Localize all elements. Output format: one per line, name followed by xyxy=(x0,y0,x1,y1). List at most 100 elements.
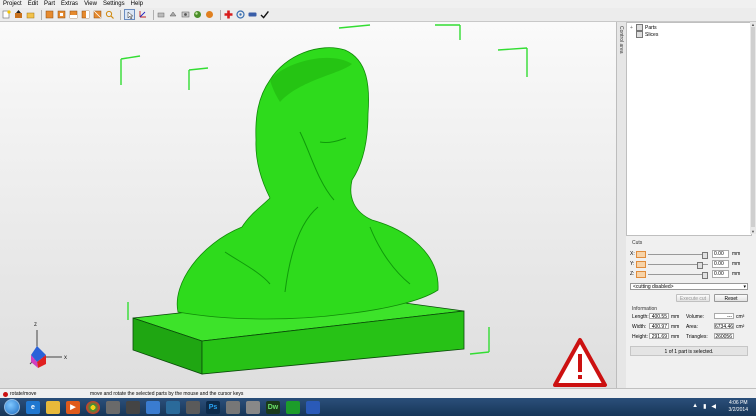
app-icon[interactable] xyxy=(166,400,180,414)
slice-preview-icon[interactable] xyxy=(248,10,257,19)
cut-y-value[interactable]: 0.00 xyxy=(712,260,729,268)
scale-icon[interactable] xyxy=(157,10,166,19)
app-icon[interactable] xyxy=(226,400,240,414)
cut-x-slider[interactable] xyxy=(648,251,708,259)
app-icon[interactable] xyxy=(306,400,320,414)
import-part-icon[interactable] xyxy=(14,10,23,19)
menu-settings[interactable]: Settings xyxy=(103,0,125,8)
slices-icon xyxy=(636,31,643,38)
new-project-icon[interactable] xyxy=(2,10,11,19)
volume-label: Volume: xyxy=(686,314,705,320)
axis-gizmo: z x xyxy=(29,322,67,368)
parts-tree[interactable]: + Parts Slices xyxy=(626,22,752,236)
cut-mode-select[interactable]: <cutting disabled> ▾ xyxy=(630,283,748,290)
tree-scrollbar[interactable]: ▲ ▼ xyxy=(750,22,756,234)
tree-item-parts[interactable]: + Parts xyxy=(630,24,751,31)
iso-view-icon[interactable] xyxy=(93,10,102,19)
cut-z-value[interactable]: 0.00 xyxy=(712,270,729,278)
control-area-label: Control area xyxy=(618,26,624,54)
slider-knob[interactable] xyxy=(701,251,708,259)
move-icon[interactable] xyxy=(138,10,147,19)
check-icon[interactable] xyxy=(260,10,269,19)
front-view-icon[interactable] xyxy=(69,10,78,19)
open-icon[interactable] xyxy=(26,10,35,19)
scroll-down-icon[interactable]: ▼ xyxy=(750,229,756,234)
menu-edit[interactable]: Edit xyxy=(28,0,38,8)
chevron-down-icon: ▾ xyxy=(743,284,746,290)
select-icon[interactable] xyxy=(124,9,135,20)
cut-z-slider[interactable] xyxy=(648,271,708,279)
cut-y-slider[interactable] xyxy=(648,261,708,269)
media-player-icon[interactable]: ▶ xyxy=(66,400,80,414)
photoshop-icon[interactable]: Ps xyxy=(206,400,220,414)
unit-label: mm xyxy=(732,261,741,267)
slice-icon[interactable] xyxy=(236,10,245,19)
mirror-icon[interactable] xyxy=(169,10,178,19)
menu-project[interactable]: Project xyxy=(3,0,22,8)
repair-icon[interactable] xyxy=(224,10,233,19)
system-tray: ▲ ▮ ◀ xyxy=(687,403,716,410)
cut-row-z: Z: 0.00 mm xyxy=(630,270,740,279)
scroll-thumb[interactable] xyxy=(751,27,755,227)
scene-svg: z x xyxy=(29,24,607,387)
pan-icon[interactable] xyxy=(181,10,190,19)
add-part-icon[interactable] xyxy=(205,10,214,19)
cut-x-value[interactable]: 0.00 xyxy=(712,250,729,258)
chrome-icon[interactable] xyxy=(86,400,100,414)
cuts-title: Cuts xyxy=(632,240,643,246)
expand-icon[interactable]: + xyxy=(630,25,634,31)
tree-label: Parts xyxy=(645,24,657,31)
execute-cut-button[interactable]: Execute cut xyxy=(676,294,710,302)
menu-part[interactable]: Part xyxy=(44,0,55,8)
start-button[interactable] xyxy=(4,399,20,415)
measure-icon[interactable] xyxy=(193,10,202,19)
cut-x-toggle[interactable] xyxy=(636,250,646,258)
area-unit: cm² xyxy=(736,324,745,330)
width-unit: mm xyxy=(671,324,680,330)
cut-y-toggle[interactable] xyxy=(636,260,646,268)
tree-item-slices[interactable]: Slices xyxy=(630,31,751,38)
volume-icon[interactable]: ◀ xyxy=(711,403,716,410)
app-icon[interactable] xyxy=(146,400,160,414)
tray-arrow-icon[interactable]: ▲ xyxy=(692,403,698,410)
information-title: Information xyxy=(632,306,658,312)
clock[interactable]: 4:06 PM 3/2/2014 xyxy=(729,400,748,414)
bust-model xyxy=(176,47,439,320)
slider-knob[interactable] xyxy=(701,271,708,279)
menu-help[interactable]: Help xyxy=(131,0,143,8)
ie-icon[interactable]: e xyxy=(26,400,40,414)
height-label: Height: xyxy=(632,334,648,340)
parts-icon xyxy=(636,24,643,31)
side-view-icon[interactable] xyxy=(81,10,90,19)
repetier-icon[interactable] xyxy=(286,400,300,414)
width-label: Width: xyxy=(632,324,647,330)
toolbar-separator xyxy=(41,9,42,20)
3d-viewport[interactable]: z x xyxy=(0,22,616,388)
cut-row-x: X: 0.00 mm xyxy=(630,250,740,259)
top-view-icon[interactable] xyxy=(57,10,66,19)
menu-extras[interactable]: Extras xyxy=(61,0,78,8)
volume-value: --- xyxy=(714,313,734,320)
slider-knob[interactable] xyxy=(696,261,703,269)
dreamweaver-icon[interactable]: Dw xyxy=(266,400,280,414)
zoom-icon[interactable] xyxy=(105,10,114,19)
length-value: 400.55 xyxy=(649,313,669,320)
warning-icon xyxy=(553,338,607,387)
app-icon[interactable] xyxy=(126,400,140,414)
menu-view[interactable]: View xyxy=(84,0,97,8)
x-axis-label: x xyxy=(64,355,67,361)
app-icon[interactable] xyxy=(246,400,260,414)
explorer-icon[interactable] xyxy=(46,400,60,414)
cut-z-toggle[interactable] xyxy=(636,270,646,278)
status-dot-icon xyxy=(3,391,8,397)
toolbar-separator xyxy=(120,9,121,20)
app-icon[interactable] xyxy=(106,400,120,414)
reset-button[interactable]: Reset xyxy=(714,294,748,302)
selection-status: 1 of 1 part is selected. xyxy=(630,346,748,356)
rotate-view-icon[interactable] xyxy=(45,10,54,19)
clock-date: 3/2/2014 xyxy=(728,407,748,413)
length-unit: mm xyxy=(671,314,680,320)
cut-row-y: Y: 0.00 mm xyxy=(630,260,741,269)
app-icon[interactable] xyxy=(186,400,200,414)
network-icon[interactable]: ▮ xyxy=(703,403,706,410)
